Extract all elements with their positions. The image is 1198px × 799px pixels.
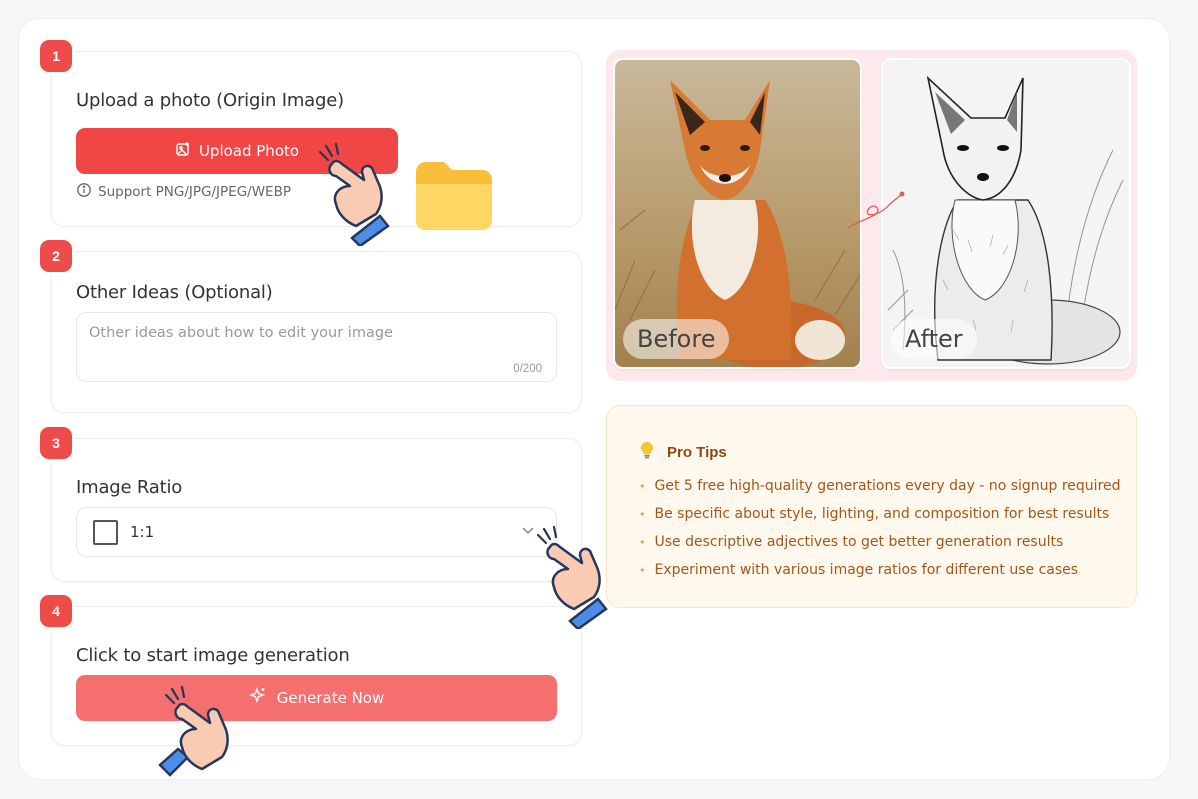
pointing-hand-icon bbox=[536, 525, 608, 629]
lightbulb-icon bbox=[639, 441, 655, 463]
step-ratio-card: Image Ratio 1:1 bbox=[51, 438, 582, 582]
step-number-badge: 2 bbox=[40, 240, 72, 272]
generate-now-label: Generate Now bbox=[276, 689, 385, 707]
ratio-square-icon bbox=[93, 520, 118, 545]
tip-item: Experiment with various image ratios for… bbox=[639, 556, 1121, 584]
ratio-selected-value: 1:1 bbox=[130, 523, 155, 541]
tip-item: Be specific about style, lighting, and c… bbox=[639, 500, 1121, 528]
step-title: Other Ideas (Optional) bbox=[76, 282, 273, 303]
step-number-badge: 1 bbox=[40, 40, 72, 72]
pro-tips-panel: Pro Tips Get 5 free high-quality generat… bbox=[606, 405, 1137, 608]
step-number-badge: 4 bbox=[40, 595, 72, 627]
step-title: Image Ratio bbox=[76, 477, 183, 498]
sparkle-icon bbox=[248, 686, 267, 709]
other-ideas-placeholder: Other ideas about how to edit your image bbox=[89, 325, 393, 341]
other-ideas-textarea[interactable]: Other ideas about how to edit your image… bbox=[76, 312, 557, 382]
image-ratio-select[interactable]: 1:1 bbox=[76, 507, 557, 557]
step-number-badge: 3 bbox=[40, 427, 72, 459]
supported-formats-text: Support PNG/JPG/JPEG/WEBP bbox=[98, 184, 291, 200]
before-after-preview: Before After bbox=[606, 50, 1137, 381]
pro-tips-title: Pro Tips bbox=[667, 443, 727, 461]
character-counter: 0/200 bbox=[513, 363, 542, 375]
upload-photo-label: Upload Photo bbox=[198, 142, 300, 160]
tip-item: Get 5 free high-quality generations ever… bbox=[639, 472, 1121, 500]
supported-formats: Support PNG/JPG/JPEG/WEBP bbox=[76, 182, 291, 202]
before-label: Before bbox=[623, 319, 730, 359]
step-ideas-card: Other Ideas (Optional) Other ideas about… bbox=[51, 251, 582, 413]
tip-item: Use descriptive adjectives to get better… bbox=[639, 528, 1121, 556]
image-add-icon bbox=[175, 141, 191, 161]
pro-tips-list: Get 5 free high-quality generations ever… bbox=[639, 472, 1121, 584]
step-generate-card: Click to start image generation Generate… bbox=[51, 606, 582, 746]
step-title: Click to start image generation bbox=[76, 645, 350, 666]
arrow-icon bbox=[847, 191, 905, 229]
pro-tips-heading: Pro Tips bbox=[639, 441, 727, 463]
step-title: Upload a photo (Origin Image) bbox=[76, 90, 344, 111]
after-image: After bbox=[883, 60, 1129, 367]
after-label: After bbox=[891, 319, 977, 359]
folder-icon bbox=[416, 162, 492, 230]
info-icon bbox=[76, 182, 92, 202]
pointing-hand-icon bbox=[158, 685, 229, 777]
generate-now-button[interactable]: Generate Now bbox=[76, 675, 557, 721]
pointing-hand-icon bbox=[318, 142, 390, 246]
before-image: Before bbox=[615, 60, 860, 367]
